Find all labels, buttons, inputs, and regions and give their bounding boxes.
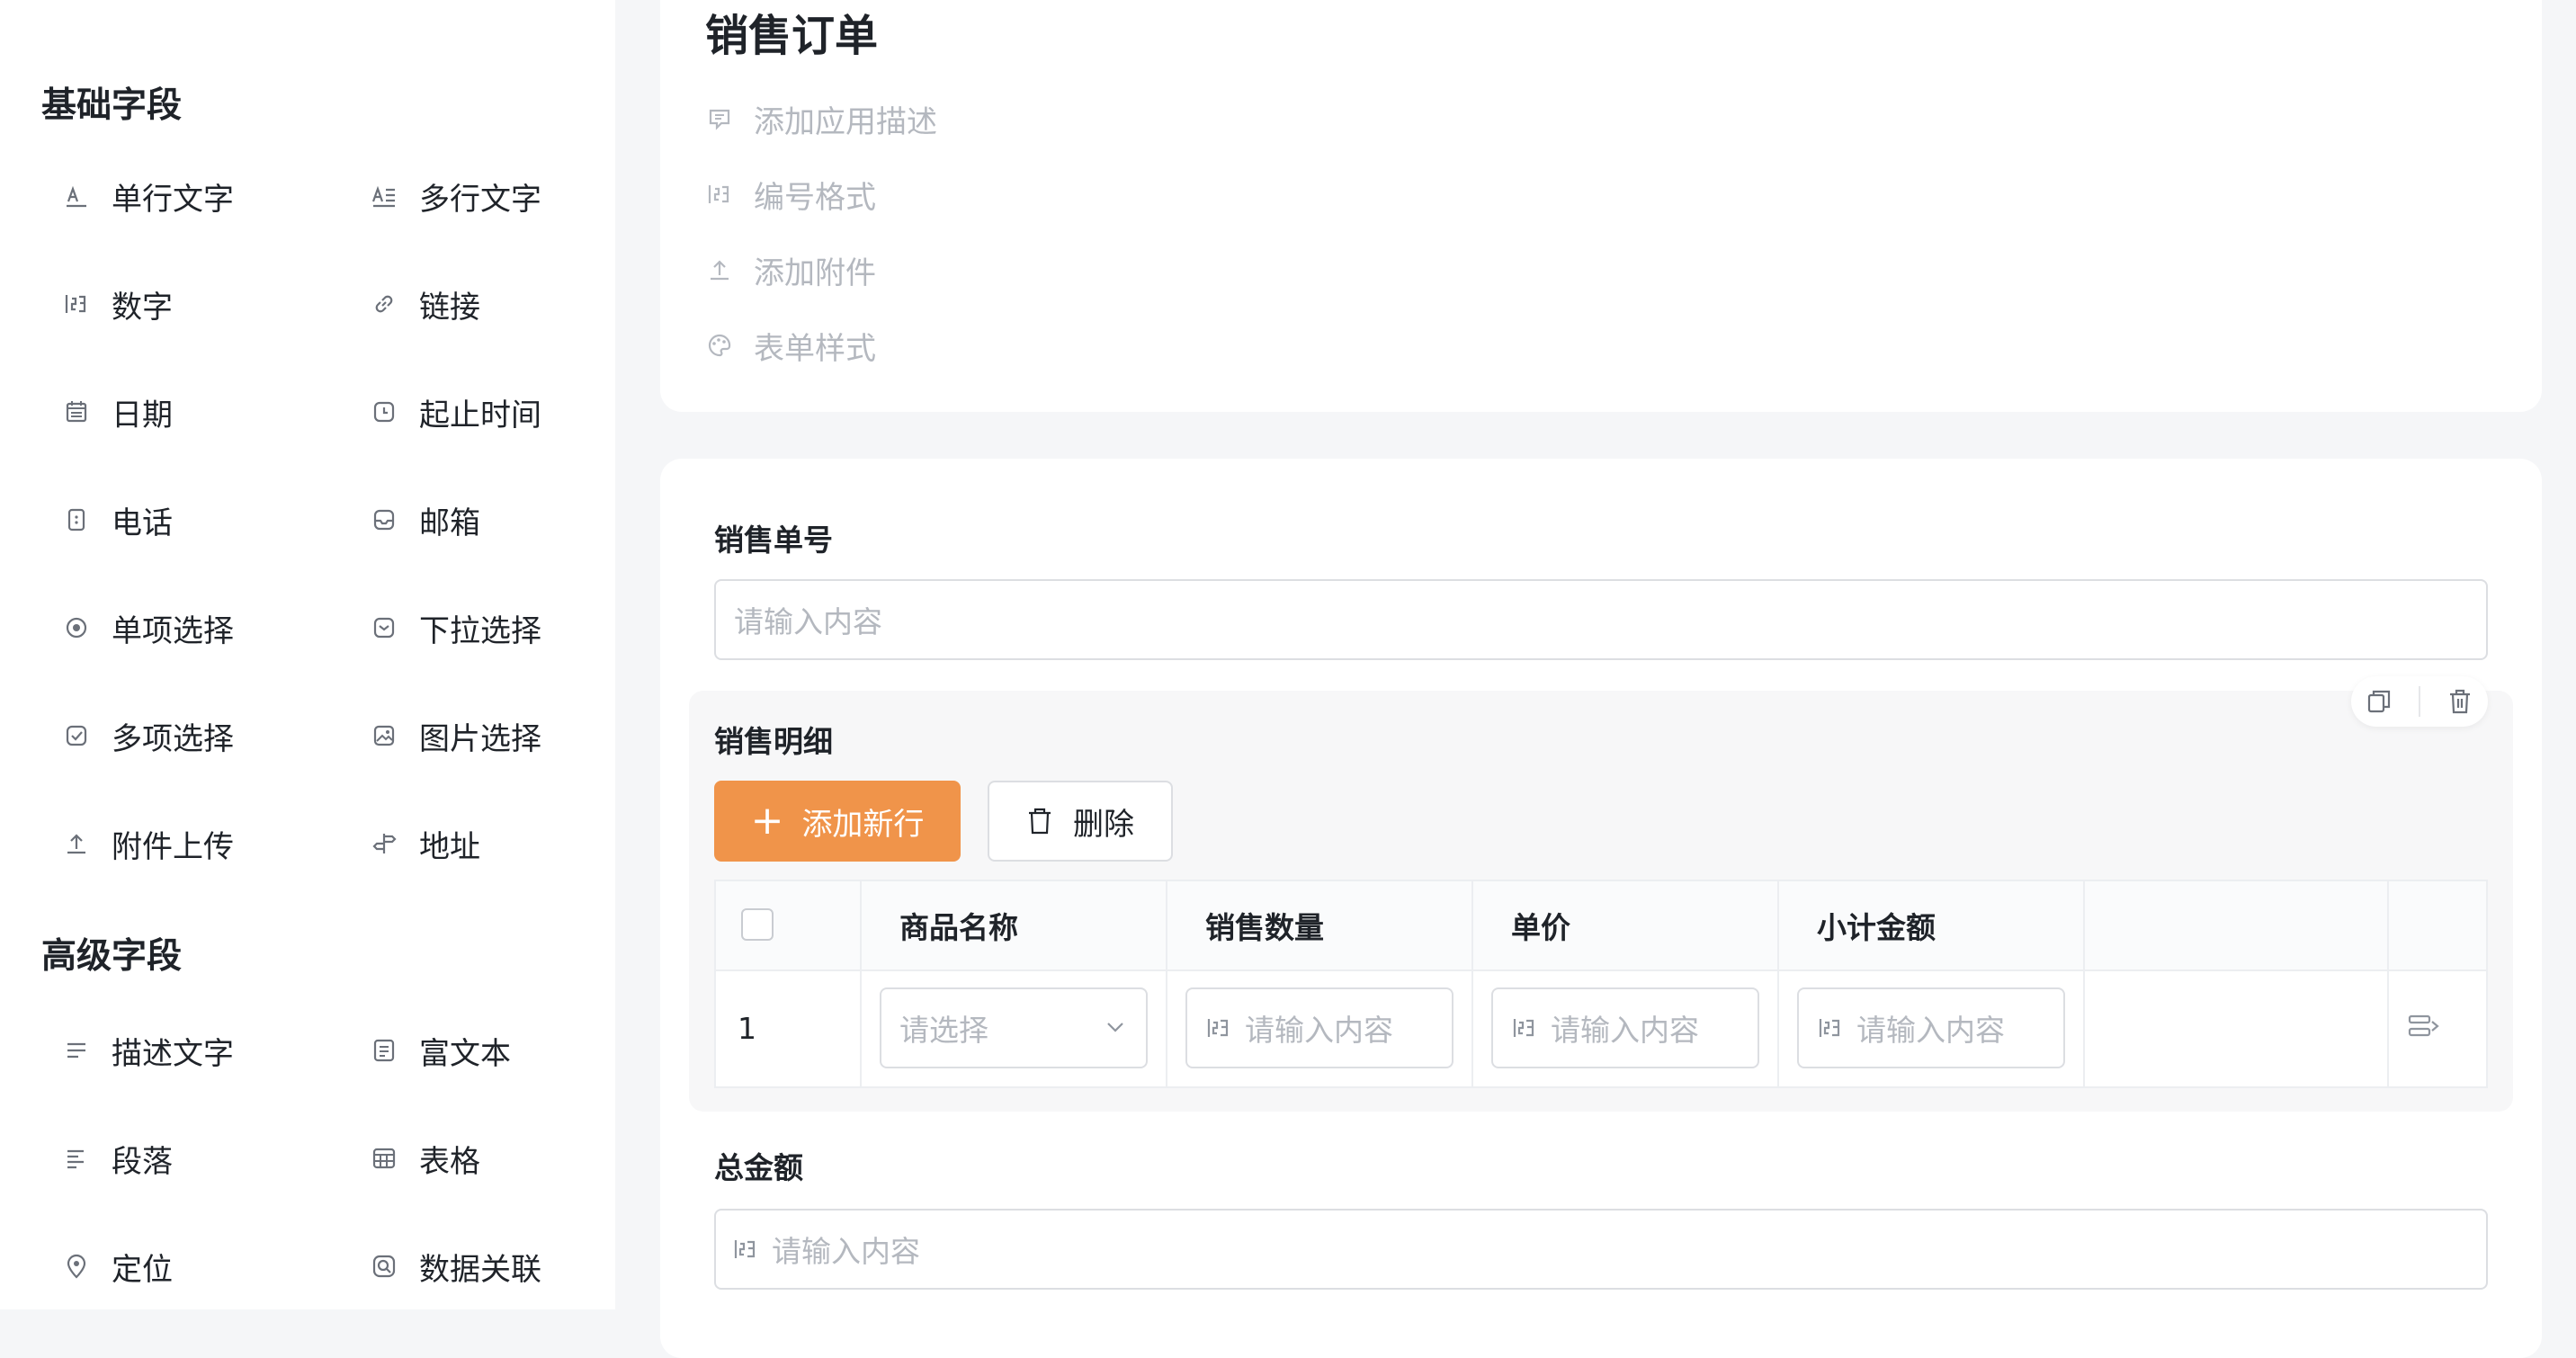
- description-icon: [61, 1035, 92, 1066]
- column-divider: [1471, 881, 1473, 1086]
- add-row-button[interactable]: + 添加新行: [714, 781, 961, 862]
- copy-icon[interactable]: [2363, 685, 2395, 718]
- time-range-icon: [369, 397, 399, 427]
- toolbar-divider: [2419, 686, 2420, 717]
- field-time-range[interactable]: 起止时间: [369, 385, 541, 439]
- column-divider: [2387, 881, 2389, 1086]
- upload-icon: [705, 255, 734, 284]
- field-data-link[interactable]: 数据关联: [369, 1239, 541, 1293]
- sales-detail-table: 商品名称 销售数量 单价 小计金额 1 请选择 请输入内容 请输入内容 请输入内…: [714, 880, 2488, 1088]
- sales-detail-label: 销售明细: [714, 724, 833, 759]
- row-edit-icon[interactable]: [2405, 1009, 2441, 1045]
- number-icon: [1511, 1014, 1538, 1042]
- number-icon: [61, 289, 92, 319]
- total-amount-input[interactable]: 请输入内容: [714, 1209, 2488, 1290]
- unit-price-input[interactable]: 请输入内容: [1491, 987, 1759, 1068]
- column-divider: [860, 881, 862, 1086]
- column-header-quantity: 销售数量: [1205, 910, 1324, 945]
- number-format-option[interactable]: 编号格式: [705, 167, 876, 221]
- field-single-line-text[interactable]: 单行文字: [61, 169, 234, 223]
- location-pin-icon: [61, 1251, 92, 1282]
- add-description-option[interactable]: 添加应用描述: [705, 92, 937, 146]
- plus-icon: +: [750, 798, 784, 844]
- number-icon: [1205, 1014, 1232, 1042]
- field-radio[interactable]: 单项选择: [61, 601, 234, 655]
- trash-icon[interactable]: [2444, 685, 2476, 718]
- chevron-down-icon: [1107, 1023, 1123, 1032]
- select-all-checkbox[interactable]: [741, 908, 774, 941]
- subform-toolbar: [2351, 676, 2488, 727]
- field-paragraph[interactable]: 段落: [61, 1131, 173, 1185]
- row-index: 1: [738, 1010, 756, 1046]
- number-icon: [732, 1235, 759, 1264]
- paragraph-icon: [61, 1143, 92, 1174]
- column-divider: [1777, 881, 1779, 1086]
- number-format-icon: [705, 180, 734, 209]
- total-amount-label: 总金额: [714, 1150, 803, 1185]
- signpost-icon: [369, 828, 399, 859]
- field-dropdown[interactable]: 下拉选择: [369, 601, 541, 655]
- table-icon: [369, 1143, 399, 1174]
- comment-icon: [705, 104, 734, 133]
- subtotal-input[interactable]: 请输入内容: [1797, 987, 2065, 1068]
- field-description[interactable]: 描述文字: [61, 1023, 234, 1077]
- mail-icon: [369, 505, 399, 535]
- radio-icon: [61, 612, 92, 643]
- field-upload[interactable]: 附件上传: [61, 817, 234, 871]
- basic-fields-title: 基础字段: [41, 85, 183, 126]
- trash-icon: [1029, 808, 1051, 835]
- field-location[interactable]: 定位: [61, 1239, 173, 1293]
- column-divider: [2083, 881, 2085, 1086]
- upload-icon: [61, 828, 92, 859]
- phone-icon: [61, 505, 92, 535]
- calendar-icon: [61, 397, 92, 427]
- field-palette-sidebar: 基础字段 单行文字 多行文字 数字 链接 日期 起止时间 电话 邮箱 单项选择: [0, 0, 615, 1309]
- delete-rows-button[interactable]: 删除: [988, 781, 1173, 862]
- column-header-product: 商品名称: [899, 910, 1018, 945]
- rich-text-icon: [369, 1035, 399, 1066]
- field-mail[interactable]: 邮箱: [369, 493, 480, 547]
- advanced-fields-title: 高级字段: [41, 936, 183, 977]
- single-line-text-icon: [61, 181, 92, 211]
- form-title[interactable]: 销售订单: [705, 0, 878, 63]
- number-icon: [1817, 1014, 1844, 1042]
- data-link-icon: [369, 1251, 399, 1282]
- column-divider: [1166, 881, 1167, 1086]
- checkbox-icon: [61, 720, 92, 751]
- add-attachment-option[interactable]: 添加附件: [705, 243, 876, 297]
- image-icon: [369, 720, 399, 751]
- field-image[interactable]: 图片选择: [369, 709, 541, 763]
- field-number[interactable]: 数字: [61, 277, 173, 331]
- palette-icon: [705, 331, 734, 360]
- order-no-label: 销售单号: [714, 523, 833, 558]
- field-link[interactable]: 链接: [369, 277, 480, 331]
- dropdown-icon: [369, 612, 399, 643]
- link-icon: [369, 289, 399, 319]
- form-style-option[interactable]: 表单样式: [705, 318, 876, 372]
- order-no-input[interactable]: 请输入内容: [714, 579, 2488, 660]
- column-header-unit-price: 单价: [1511, 910, 1570, 945]
- field-rich-text[interactable]: 富文本: [369, 1023, 511, 1077]
- field-multi-line-text[interactable]: 多行文字: [369, 169, 541, 223]
- column-header-subtotal: 小计金额: [1817, 910, 1936, 945]
- product-select[interactable]: 请选择: [880, 987, 1148, 1068]
- field-phone[interactable]: 电话: [61, 493, 173, 547]
- field-address[interactable]: 地址: [369, 817, 480, 871]
- field-checkbox[interactable]: 多项选择: [61, 709, 234, 763]
- order-no-placeholder: 请输入内容: [734, 604, 882, 639]
- multi-line-text-icon: [369, 181, 399, 211]
- quantity-input[interactable]: 请输入内容: [1185, 987, 1453, 1068]
- form-header-card: [660, 0, 2542, 412]
- field-date[interactable]: 日期: [61, 385, 173, 439]
- field-table[interactable]: 表格: [369, 1131, 480, 1185]
